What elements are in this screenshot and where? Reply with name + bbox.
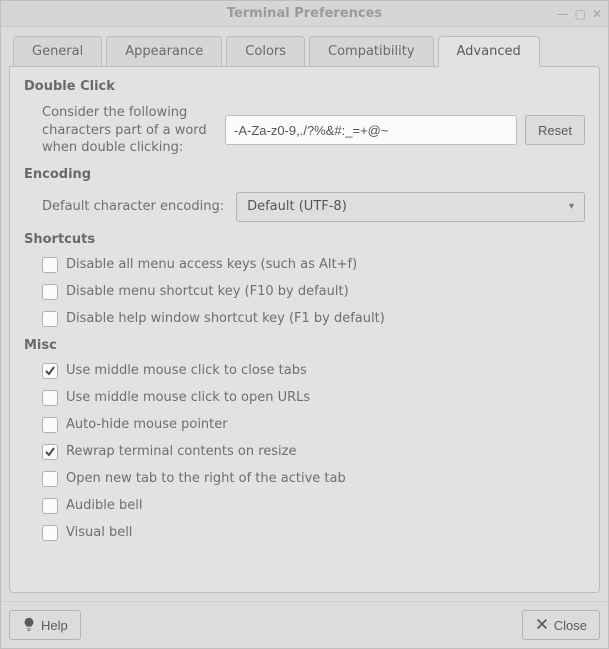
button-bar: Help Close: [1, 601, 608, 648]
misc-checkbox-1[interactable]: [42, 390, 58, 406]
chevron-down-icon: ▾: [569, 201, 574, 212]
misc-option-2: Auto-hide mouse pointer: [42, 417, 585, 433]
window-title: Terminal Preferences: [7, 6, 602, 21]
encoding-label: Default character encoding:: [42, 199, 224, 214]
close-button[interactable]: Close: [522, 610, 600, 640]
close-icon: [535, 617, 549, 634]
double-click-label: Consider the following characters part o…: [42, 104, 217, 157]
misc-checkbox-6[interactable]: [42, 525, 58, 541]
section-misc: Use middle mouse click to close tabs Use …: [24, 363, 585, 541]
content-area: General Appearance Colors Compatibility …: [1, 27, 608, 601]
misc-option-1: Use middle mouse click to open URLs: [42, 390, 585, 406]
word-chars-input[interactable]: [225, 115, 517, 145]
reset-button-label: Reset: [538, 123, 572, 138]
section-shortcuts: Disable all menu access keys (such as Al…: [24, 257, 585, 327]
titlebar: Terminal Preferences — ▢ ✕: [1, 1, 608, 27]
misc-option-6: Visual bell: [42, 525, 585, 541]
tab-colors[interactable]: Colors: [226, 36, 305, 67]
tab-panel-advanced: Double Click Consider the following char…: [9, 66, 600, 593]
shortcuts-checkbox-0[interactable]: [42, 257, 58, 273]
misc-checkbox-5[interactable]: [42, 498, 58, 514]
misc-option-4: Open new tab to the right of the active …: [42, 471, 585, 487]
misc-label-2: Auto-hide mouse pointer: [66, 417, 228, 432]
help-button[interactable]: Help: [9, 610, 81, 640]
misc-label-6: Visual bell: [66, 525, 132, 540]
shortcuts-option-0: Disable all menu access keys (such as Al…: [42, 257, 585, 273]
minimize-icon[interactable]: —: [557, 7, 569, 21]
tab-bar: General Appearance Colors Compatibility …: [9, 35, 600, 66]
shortcuts-label-2: Disable help window shortcut key (F1 by …: [66, 311, 385, 326]
reset-button[interactable]: Reset: [525, 115, 585, 145]
misc-label-3: Rewrap terminal contents on resize: [66, 444, 296, 459]
shortcuts-label-1: Disable menu shortcut key (F10 by defaul…: [66, 284, 349, 299]
tab-appearance[interactable]: Appearance: [106, 36, 222, 67]
shortcuts-option-1: Disable menu shortcut key (F10 by defaul…: [42, 284, 585, 300]
section-title-misc: Misc: [24, 338, 585, 353]
shortcuts-option-2: Disable help window shortcut key (F1 by …: [42, 311, 585, 327]
shortcuts-checkbox-2[interactable]: [42, 311, 58, 327]
window-controls: — ▢ ✕: [557, 1, 602, 26]
section-encoding: Default character encoding: Default (UTF…: [24, 192, 585, 222]
shortcuts-checkbox-1[interactable]: [42, 284, 58, 300]
section-title-shortcuts: Shortcuts: [24, 232, 585, 247]
close-button-label: Close: [554, 618, 587, 633]
section-title-encoding: Encoding: [24, 167, 585, 182]
misc-checkbox-2[interactable]: [42, 417, 58, 433]
lightbulb-icon: [22, 617, 36, 634]
encoding-selected: Default (UTF-8): [247, 199, 347, 214]
misc-checkbox-3[interactable]: [42, 444, 58, 460]
section-title-double-click: Double Click: [24, 79, 585, 94]
preferences-window: Terminal Preferences — ▢ ✕ General Appea…: [0, 0, 609, 649]
misc-label-4: Open new tab to the right of the active …: [66, 471, 346, 486]
tab-compatibility[interactable]: Compatibility: [309, 36, 434, 67]
tab-general[interactable]: General: [13, 36, 102, 67]
section-double-click: Consider the following characters part o…: [24, 104, 585, 157]
maximize-icon[interactable]: ▢: [575, 7, 586, 21]
misc-checkbox-4[interactable]: [42, 471, 58, 487]
help-button-label: Help: [41, 618, 68, 633]
misc-option-5: Audible bell: [42, 498, 585, 514]
tab-advanced[interactable]: Advanced: [438, 36, 540, 67]
misc-option-3: Rewrap terminal contents on resize: [42, 444, 585, 460]
misc-label-1: Use middle mouse click to open URLs: [66, 390, 310, 405]
encoding-select[interactable]: Default (UTF-8) ▾: [236, 192, 585, 222]
close-window-icon[interactable]: ✕: [592, 7, 602, 21]
misc-label-5: Audible bell: [66, 498, 142, 513]
misc-checkbox-0[interactable]: [42, 363, 58, 379]
misc-label-0: Use middle mouse click to close tabs: [66, 363, 307, 378]
shortcuts-label-0: Disable all menu access keys (such as Al…: [66, 257, 357, 272]
misc-option-0: Use middle mouse click to close tabs: [42, 363, 585, 379]
